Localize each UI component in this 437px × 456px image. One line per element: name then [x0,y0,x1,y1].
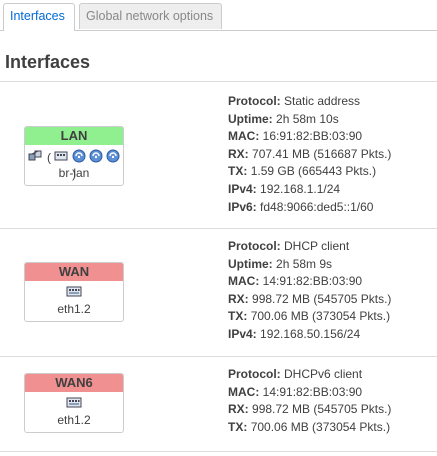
info-row: RX: 998.72 MB (545705 Pkts.) [228,291,391,309]
info-key: Protocol: [228,239,281,253]
tab-interfaces[interactable]: Interfaces [3,3,75,31]
info-value: 192.168.1.1/24 [260,181,341,196]
info-value: 16:91:82:BB:03:90 [262,129,363,144]
info-key: IPv4: [228,326,257,341]
interface-name-wan: WAN [25,263,123,281]
title-divider [0,81,437,82]
info-key: TX: [228,309,248,324]
info-row: TX: 700.06 MB (373054 Pkts.) [228,419,391,437]
info-value: 14:91:82:BB:03:90 [262,274,363,289]
info-row: Protocol: Static address [228,93,391,111]
info-key: IPv4: [228,181,257,196]
interface-device-wan: eth1.2 [57,302,91,316]
info-key: IPv6: [228,199,257,214]
info-row: Uptime: 2h 58m 10s [228,111,391,129]
info-value: fd48:9066:ded5::1/60 [260,199,374,214]
info-row: IPv6: fd48:9066:ded5::1/60 [228,199,391,217]
info-key: TX: [228,419,248,434]
interface-icons-lan: ( ) [25,149,123,181]
row-divider [0,228,437,229]
interface-badge-wan[interactable]: WAN eth1.2 [24,262,124,322]
interface-name-wan6: WAN6 [25,374,123,392]
row-divider [0,451,437,452]
info-key: RX: [228,291,249,306]
info-value: 192.168.50.156/24 [260,326,361,341]
info-row: MAC: 14:91:82:BB:03:90 [228,384,391,402]
interface-icons-wan6 [25,396,123,411]
info-key: RX: [228,146,249,161]
info-value: 998.72 MB (545705 Pkts.) [252,291,392,306]
tab-bar: Interfaces Global network options [0,0,437,31]
info-row: MAC: 14:91:82:BB:03:90 [228,273,391,291]
interface-info-wan6: Protocol: DHCPv6 client MAC: 14:91:82:BB… [228,366,391,436]
info-row: Protocol: DHCP client [228,238,391,256]
info-row: IPv4: 192.168.50.156/24 [228,326,391,344]
info-row: TX: 1.59 GB (665443 Pkts.) [228,163,391,181]
info-value: 2h 58m 10s [276,111,339,126]
row-divider [0,356,437,357]
interface-name-lan: LAN [25,127,123,145]
info-row: Uptime: 2h 58m 9s [228,256,391,274]
info-value: 14:91:82:BB:03:90 [262,384,363,399]
info-value: 707.41 MB (516687 Pkts.) [252,146,392,161]
info-value: DHCP client [284,239,350,253]
info-key: Uptime: [228,111,273,126]
ethernet-port-icon [66,396,82,413]
info-row: IPv4: 192.168.1.1/24 [228,181,391,199]
info-value: 700.06 MB (373054 Pkts.) [250,419,391,434]
interface-info-lan: Protocol: Static address Uptime: 2h 58m … [228,93,391,216]
info-value: 700.06 MB (373054 Pkts.) [250,309,391,324]
info-key: MAC: [228,384,260,399]
wireless-icon [89,149,103,166]
wireless-icon [72,149,86,166]
interface-device-lan: br-lan [58,166,90,180]
interface-info-wan: Protocol: DHCP client Uptime: 2h 58m 9s … [228,238,391,344]
info-row: MAC: 16:91:82:BB:03:90 [228,128,391,146]
info-key: MAC: [228,129,260,144]
info-row: TX: 700.06 MB (373054 Pkts.) [228,308,391,326]
interface-badge-wan6[interactable]: WAN6 eth1.2 [24,373,124,433]
info-value: DHCPv6 client [284,367,363,381]
info-row: RX: 998.72 MB (545705 Pkts.) [228,401,391,419]
bridge-icon [28,149,44,166]
info-key: RX: [228,402,249,417]
info-key: Uptime: [228,256,273,271]
info-key: Protocol: [228,367,281,381]
info-row: Protocol: DHCPv6 client [228,366,391,384]
info-key: MAC: [228,274,260,289]
info-value: Static address [284,94,361,108]
info-key: Protocol: [228,94,281,108]
info-value: 2h 58m 9s [276,256,333,271]
interface-badge-lan[interactable]: LAN ( ) br-lan [24,126,124,186]
interface-device-wan6: eth1.2 [57,413,91,427]
wireless-icon [106,149,120,166]
info-value: 998.72 MB (545705 Pkts.) [252,402,392,417]
tab-global-network-options[interactable]: Global network options [79,3,222,29]
ethernet-icon [54,150,68,165]
page-title: Interfaces [5,52,91,72]
info-value: 1.59 GB (665443 Pkts.) [250,164,377,179]
info-row: RX: 707.41 MB (516687 Pkts.) [228,146,391,164]
info-key: TX: [228,164,248,179]
interface-icons-wan [25,285,123,300]
ethernet-port-icon [66,285,82,302]
